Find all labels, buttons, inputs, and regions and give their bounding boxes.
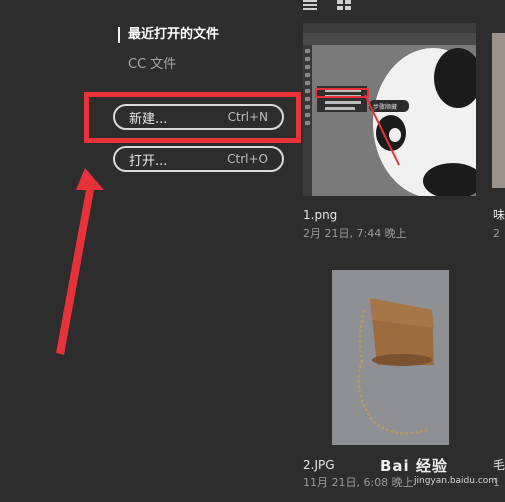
file-thumbnail[interactable]: 步骤顺藏 xyxy=(303,23,476,196)
red-arrow-annotation xyxy=(56,168,104,355)
baidu-watermark-url: jingyan.baidu.com xyxy=(414,476,498,486)
file-name: 1.png xyxy=(303,208,338,222)
grid-view-icon[interactable] xyxy=(337,0,351,10)
nav-recent-files[interactable]: 最近打开的文件 xyxy=(118,27,219,43)
file-thumbnail[interactable] xyxy=(332,270,449,445)
open-button-label: 打开... xyxy=(129,153,168,169)
file-name: 2.JPG xyxy=(303,458,335,472)
popup-text: 步骤顺藏 xyxy=(373,103,397,111)
highlight-box xyxy=(84,92,301,143)
baidu-watermark: Bai 经验 xyxy=(380,457,448,475)
file-name: 毛 xyxy=(493,458,505,472)
open-shortcut: Ctrl+O xyxy=(227,152,268,166)
file-date: 11月 21日, 6:08 晚上 xyxy=(303,476,414,489)
list-view-icon[interactable] xyxy=(303,0,317,10)
nav-cc-files[interactable]: CC 文件 xyxy=(128,57,176,73)
open-button[interactable]: 打开... Ctrl+O xyxy=(113,146,284,172)
file-date: 2月 21日, 7:44 晚上 xyxy=(303,227,407,240)
file-date: 2 xyxy=(493,227,500,240)
file-name: 味 xyxy=(493,208,505,222)
file-thumbnail[interactable] xyxy=(492,33,505,188)
